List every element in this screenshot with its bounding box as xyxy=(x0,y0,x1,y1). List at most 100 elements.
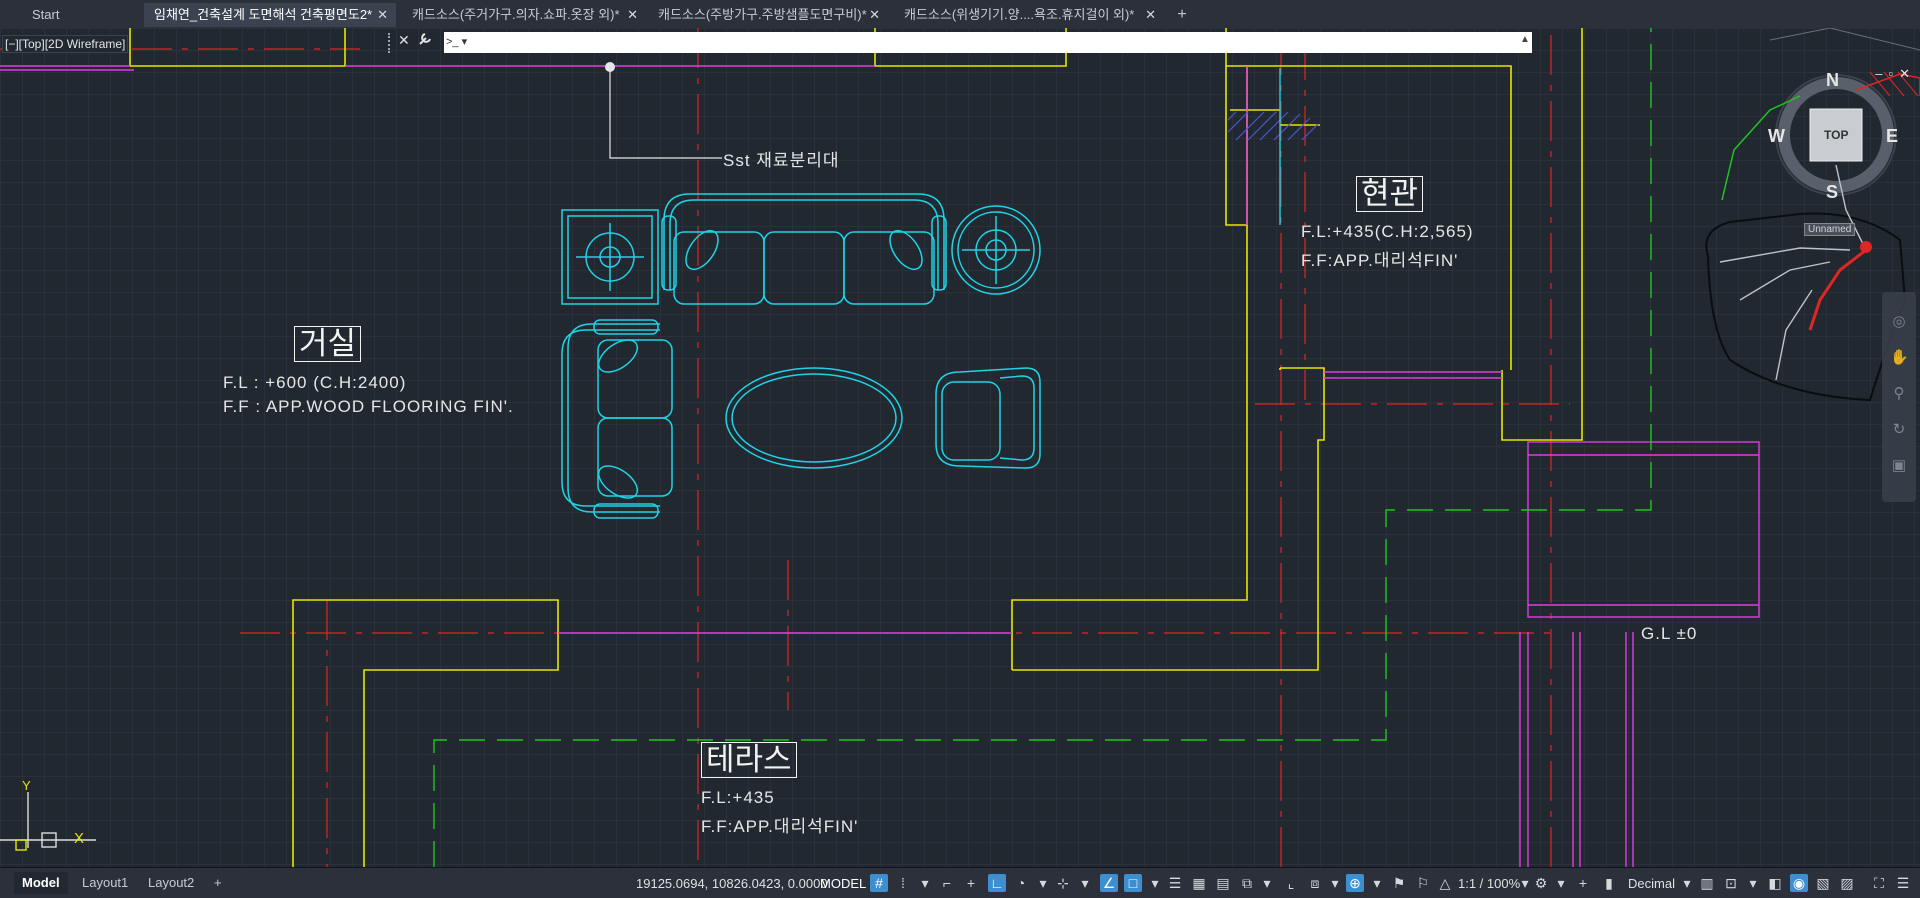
furniture xyxy=(561,193,1041,519)
status-bar: Model Layout1 Layout2 + 19125.0694, 1082… xyxy=(0,867,1920,898)
wrench-icon[interactable] xyxy=(418,32,432,49)
viewcube-top-face[interactable]: TOP xyxy=(1824,128,1848,142)
tab-label: 캐드소스(위생기기.양....욕조.휴지걸이 외)* xyxy=(904,7,1135,22)
chevron-down-icon[interactable]: ▾ xyxy=(1034,874,1052,892)
ucs-y-label: Y xyxy=(22,778,31,793)
chevron-down-icon[interactable]: ▾ xyxy=(1744,874,1762,892)
selection-cycling-icon[interactable]: ▤ xyxy=(1214,874,1232,892)
pan-icon[interactable]: ✋ xyxy=(1890,348,1909,366)
fullscreen-icon[interactable]: ⛶ xyxy=(1870,874,1888,892)
close-icon[interactable]: ✕ xyxy=(627,3,638,27)
viewport-controls-label[interactable]: [−][Top][2D Wireframe] xyxy=(2,35,129,53)
grid-icon[interactable]: # xyxy=(870,874,888,892)
tab-label: 캐드소스(주거가구.의자.쇼파.옷장 외)* xyxy=(412,7,620,22)
command-prompt-icon[interactable]: >_ ▾ xyxy=(446,35,467,48)
compass-north[interactable]: N xyxy=(1826,70,1839,91)
annotation-visibility-icon[interactable]: ⚑ xyxy=(1390,874,1408,892)
selection-filter-icon[interactable]: ⧈ xyxy=(1306,874,1324,892)
graphics-performance-icon[interactable]: ▨ xyxy=(1838,874,1856,892)
command-line-input[interactable] xyxy=(444,32,1532,53)
transparency-icon[interactable]: ▦ xyxy=(1190,874,1208,892)
polar-icon[interactable]: ◔ xyxy=(1012,874,1030,892)
snap-icon[interactable]: ⁞ xyxy=(894,874,912,892)
tab-model[interactable]: Model xyxy=(14,872,68,894)
room-name-entrance: 현관 xyxy=(1356,176,1424,212)
zoom-icon[interactable]: ⚲ xyxy=(1890,384,1908,402)
chevron-down-icon[interactable]: ▾ xyxy=(1258,874,1276,892)
gear-icon[interactable]: ⚙ xyxy=(1532,874,1550,892)
lock-ui-icon[interactable]: ⊡ xyxy=(1722,874,1740,892)
tab-layout2[interactable]: Layout2 xyxy=(140,872,202,894)
plus-icon[interactable]: + xyxy=(1574,874,1592,892)
object-snap-tracking-icon[interactable]: ∠ xyxy=(1100,874,1118,892)
ortho-icon[interactable]: ∟ xyxy=(988,874,1006,892)
chevron-down-icon[interactable]: ▾ xyxy=(1326,874,1344,892)
isolate-objects-icon[interactable]: ◧ xyxy=(1766,874,1784,892)
gizmo-icon[interactable]: ⊕ xyxy=(1346,874,1364,892)
compass-south[interactable]: S xyxy=(1826,182,1838,203)
3d-osnap-icon[interactable]: ⧉ xyxy=(1238,874,1256,892)
close-icon[interactable]: ✕ xyxy=(398,32,410,49)
viewport-window-controls[interactable]: –▫✕ xyxy=(1875,66,1916,82)
chevron-down-icon[interactable]: ▾ xyxy=(1076,874,1094,892)
tab-cad-source-furniture[interactable]: 캐드소스(주거가구.의자.쇼파.옷장 외)* ✕ xyxy=(402,3,646,27)
dynamic-ucs-icon[interactable]: ⌞ xyxy=(1282,874,1300,892)
entrance-floor-finish: F.F:APP.대리석FIN' xyxy=(1301,251,1459,270)
chevron-down-icon[interactable]: ▾ xyxy=(916,874,934,892)
floor-plan-drawing xyxy=(0,28,1920,867)
chevron-down-icon[interactable]: ▾ xyxy=(1552,874,1570,892)
navigation-bar: ◎ ✋ ⚲ ↻ ▣ xyxy=(1882,292,1916,502)
chevron-down-icon[interactable]: ▾ xyxy=(1678,874,1696,892)
compass-west[interactable]: W xyxy=(1768,126,1785,147)
customization-menu-icon[interactable]: ☰ xyxy=(1894,874,1912,892)
chevron-up-icon[interactable]: ▲ xyxy=(1520,34,1530,45)
dynamic-input-icon[interactable]: + xyxy=(962,874,980,892)
annotation-scale-value[interactable]: 1:1 / 100% xyxy=(1458,876,1520,891)
leader-line xyxy=(609,68,722,159)
leader-annotation: Sst 재료분리대 xyxy=(723,151,840,170)
lineweight-icon[interactable]: ☰ xyxy=(1166,874,1184,892)
tab-cad-source-sanitary[interactable]: 캐드소스(위생기기.양....욕조.휴지걸이 외)* ✕ xyxy=(894,3,1164,27)
close-icon[interactable]: ✕ xyxy=(869,3,880,27)
tab-floor-plan[interactable]: 임채연_건축설계 도면해석 건축평면도2* ✕ xyxy=(144,3,396,27)
hidden-lines xyxy=(433,28,1652,867)
chevron-down-icon[interactable]: ▾ xyxy=(1368,874,1386,892)
terrace-floor-finish: F.F:APP.대리석FIN' xyxy=(701,817,859,836)
units-value[interactable]: Decimal xyxy=(1628,876,1675,891)
hardware-acceleration-icon[interactable]: ◉ xyxy=(1790,874,1808,892)
coordinate-readout[interactable]: 19125.0694, 10826.0423, 0.0000 xyxy=(636,876,828,891)
entrance-floor-level: F.L:+435(C.H:2,565) xyxy=(1301,222,1474,241)
steering-wheel-icon[interactable]: ◎ xyxy=(1890,312,1908,330)
terrace-floor-level: F.L:+435 xyxy=(701,788,775,807)
add-layout-button[interactable]: + xyxy=(206,872,230,894)
close-icon[interactable]: ✕ xyxy=(1145,3,1156,27)
showmotion-icon[interactable]: ▣ xyxy=(1890,456,1908,474)
command-line-grip[interactable] xyxy=(388,33,396,53)
infer-constraints-icon[interactable]: ⌐ xyxy=(938,874,956,892)
chevron-down-icon[interactable]: ▾ xyxy=(1146,874,1164,892)
tab-layout1[interactable]: Layout1 xyxy=(74,872,136,894)
drawing-viewport[interactable]: [−][Top][2D Wireframe] ✕ >_ ▾ ▲ –▫✕ 거실 F… xyxy=(0,28,1920,867)
tab-start[interactable]: Start xyxy=(22,3,140,27)
magenta-lines xyxy=(0,65,1760,867)
compass-east[interactable]: E xyxy=(1886,126,1898,147)
new-tab-button[interactable]: + xyxy=(1172,4,1192,26)
object-snap-icon[interactable]: □ xyxy=(1124,874,1142,892)
tab-label: 임채연_건축설계 도면해석 건축평면도2* xyxy=(154,7,373,22)
annotation-scale-icon[interactable]: △ xyxy=(1436,874,1454,892)
tab-cad-source-kitchen[interactable]: 캐드소스(주방가구.주방샘플도면구비)* ✕ xyxy=(648,3,888,27)
clean-screen-icon[interactable]: ▧ xyxy=(1814,874,1832,892)
room-name-terrace: 테라스 xyxy=(701,742,797,778)
isodraft-icon[interactable]: ⊹ xyxy=(1054,874,1072,892)
close-icon[interactable]: ✕ xyxy=(377,3,388,27)
walls xyxy=(129,28,1583,867)
units-icon[interactable]: ▮ xyxy=(1600,874,1618,892)
orbit-icon[interactable]: ↻ xyxy=(1890,420,1908,438)
model-space-button[interactable]: MODEL xyxy=(820,876,866,891)
auto-scale-icon[interactable]: ⚐ xyxy=(1414,874,1432,892)
leader-dot xyxy=(605,62,615,72)
tab-label: 캐드소스(주방가구.주방샘플도면구비)* xyxy=(658,7,867,22)
quick-properties-icon[interactable]: ▥ xyxy=(1698,874,1716,892)
ucs-menu[interactable]: Unnamed xyxy=(1804,223,1856,236)
ground-level-label: G.L ±0 xyxy=(1641,624,1698,643)
